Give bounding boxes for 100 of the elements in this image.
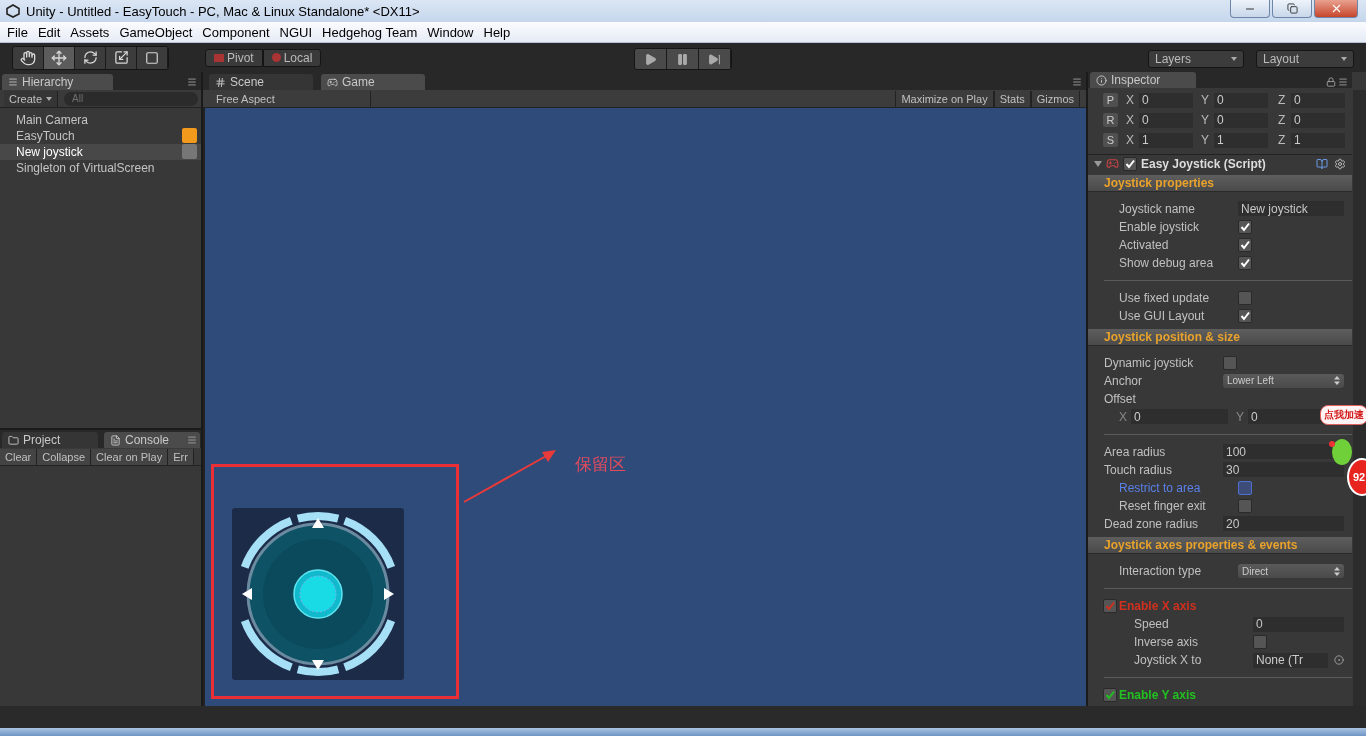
tool-button[interactable] — [137, 46, 168, 69]
checkbox[interactable] — [1238, 255, 1252, 270]
pivot-button[interactable]: Pivot — [205, 48, 263, 67]
aspect-dropdown[interactable]: Free Aspect — [211, 90, 371, 107]
speed-boost-tooltip[interactable]: 点我加速 — [1320, 405, 1366, 425]
tool-button[interactable] — [75, 46, 106, 69]
menu-item[interactable]: Help — [478, 24, 516, 40]
view-tab[interactable]: Scene — [209, 74, 313, 90]
panel-menu-icon[interactable] — [1072, 77, 1082, 87]
check-icon — [1240, 239, 1250, 250]
panel-tab[interactable]: Project — [2, 432, 98, 448]
minimize-button[interactable] — [1230, 0, 1270, 18]
mascot-tooltip[interactable] — [1326, 436, 1352, 466]
inspector-tab[interactable]: Inspector — [1090, 72, 1196, 89]
input-field[interactable]: 0 — [1253, 616, 1344, 632]
console-button[interactable]: Clear on Play — [91, 448, 169, 465]
panel-tab[interactable]: Console — [104, 432, 200, 448]
checkbox[interactable] — [1103, 599, 1117, 613]
layout-dropdown[interactable]: Layout — [1256, 50, 1354, 68]
section-header[interactable]: Joystick properties — [1088, 174, 1352, 192]
foldout-icon[interactable] — [1094, 160, 1102, 167]
panel-menu-icon[interactable] — [187, 77, 197, 87]
input-field[interactable]: 0 — [1214, 112, 1268, 128]
axis-label: X — [1126, 93, 1135, 108]
input-field[interactable]: 1 — [1139, 132, 1193, 148]
dropdown[interactable]: Direct — [1238, 564, 1344, 578]
menu-item[interactable]: Hedgehog Team — [317, 24, 423, 40]
input-field[interactable]: 20 — [1223, 516, 1344, 532]
dropdown[interactable]: Lower Left — [1223, 373, 1344, 388]
field-label: Reset finger exit — [1118, 498, 1207, 513]
panel-menu-icon[interactable] — [1338, 77, 1348, 87]
input-field[interactable]: 0 — [1291, 112, 1345, 128]
hierarchy-item[interactable]: New joystick — [0, 144, 201, 160]
game-view-button[interactable]: Stats — [993, 90, 1031, 107]
input-field[interactable]: 0 — [1139, 112, 1193, 128]
checkbox[interactable] — [1238, 480, 1252, 495]
checkbox[interactable] — [1238, 219, 1252, 234]
input-field[interactable]: 0 — [1291, 92, 1345, 108]
checkbox[interactable] — [1123, 156, 1137, 171]
input-field[interactable]: New joystick — [1238, 201, 1344, 217]
menu-item[interactable]: NGUI — [274, 24, 318, 40]
game-view-button[interactable]: Gizmos — [1030, 90, 1080, 107]
settings-icon[interactable] — [1334, 157, 1346, 170]
transform-button[interactable]: P — [1103, 93, 1118, 108]
menu-item[interactable]: File — [2, 24, 33, 40]
input-field[interactable]: 0 — [1131, 409, 1228, 425]
input-field[interactable]: 0 — [1139, 92, 1193, 108]
checkbox[interactable] — [1238, 308, 1252, 323]
field-label: Enable joystick — [1118, 219, 1201, 234]
section-header[interactable]: Joystick axes properties & events — [1088, 536, 1352, 554]
restore-button[interactable] — [1272, 0, 1312, 18]
tool-button[interactable] — [13, 46, 44, 69]
section-header[interactable]: Joystick position & size — [1088, 328, 1352, 346]
console-button[interactable]: Clear — [0, 448, 38, 465]
axis-label: Z — [1278, 133, 1287, 148]
input-field[interactable]: 0 — [1214, 92, 1268, 108]
menu-item[interactable]: Assets — [65, 24, 115, 40]
tool-button[interactable] — [106, 46, 137, 69]
lock-icon[interactable] — [1326, 77, 1336, 87]
checkbox[interactable] — [1238, 237, 1252, 252]
pause-button[interactable] — [667, 49, 699, 69]
layers-dropdown[interactable]: Layers — [1148, 50, 1244, 68]
axis-label: X — [1119, 409, 1127, 424]
axis-label: Y — [1201, 113, 1210, 128]
input-field[interactable]: 1 — [1214, 132, 1268, 148]
scrollbar[interactable] — [1353, 90, 1366, 706]
checkbox[interactable] — [1238, 290, 1252, 305]
document-icon — [110, 434, 121, 446]
checkbox[interactable] — [1223, 355, 1237, 370]
console-button[interactable]: Err — [168, 448, 194, 465]
menu-item[interactable]: Edit — [32, 24, 66, 40]
object-field[interactable]: None (Tr — [1253, 652, 1328, 668]
annotation-text: 保留区 — [575, 454, 626, 476]
menu-item[interactable]: GameObject — [114, 24, 198, 40]
check-icon — [1105, 601, 1115, 611]
view-tab[interactable]: Game — [321, 74, 425, 90]
checkbox[interactable] — [1253, 635, 1267, 649]
step-button[interactable] — [699, 49, 731, 69]
console-button[interactable]: Collapse — [37, 448, 92, 465]
local-button[interactable]: Local — [262, 48, 322, 67]
hierarchy-tab[interactable]: Hierarchy — [2, 74, 113, 90]
checkbox[interactable] — [1103, 688, 1117, 702]
hierarchy-item[interactable]: Main Camera — [0, 112, 201, 128]
picker-icon[interactable] — [1334, 655, 1344, 665]
transform-button[interactable]: S — [1103, 133, 1118, 148]
create-button[interactable]: Create — [4, 90, 59, 107]
input-field[interactable]: 1 — [1291, 132, 1345, 148]
close-button[interactable] — [1314, 0, 1358, 18]
input-field[interactable]: 30 — [1223, 462, 1344, 478]
play-button[interactable] — [635, 49, 667, 69]
game-view-button[interactable]: Maximize on Play — [895, 90, 994, 107]
menu-item[interactable]: Window — [422, 24, 479, 40]
search-field[interactable]: All — [64, 91, 199, 106]
checkbox[interactable] — [1238, 498, 1252, 513]
transform-button[interactable]: R — [1103, 113, 1118, 128]
help-icon[interactable] — [1316, 157, 1328, 170]
menu-item[interactable]: Component — [197, 24, 275, 40]
tool-button[interactable] — [44, 46, 75, 69]
hierarchy-item[interactable]: EasyTouch — [0, 128, 201, 144]
hierarchy-item[interactable]: Singleton of VirtualScreen — [0, 160, 201, 176]
